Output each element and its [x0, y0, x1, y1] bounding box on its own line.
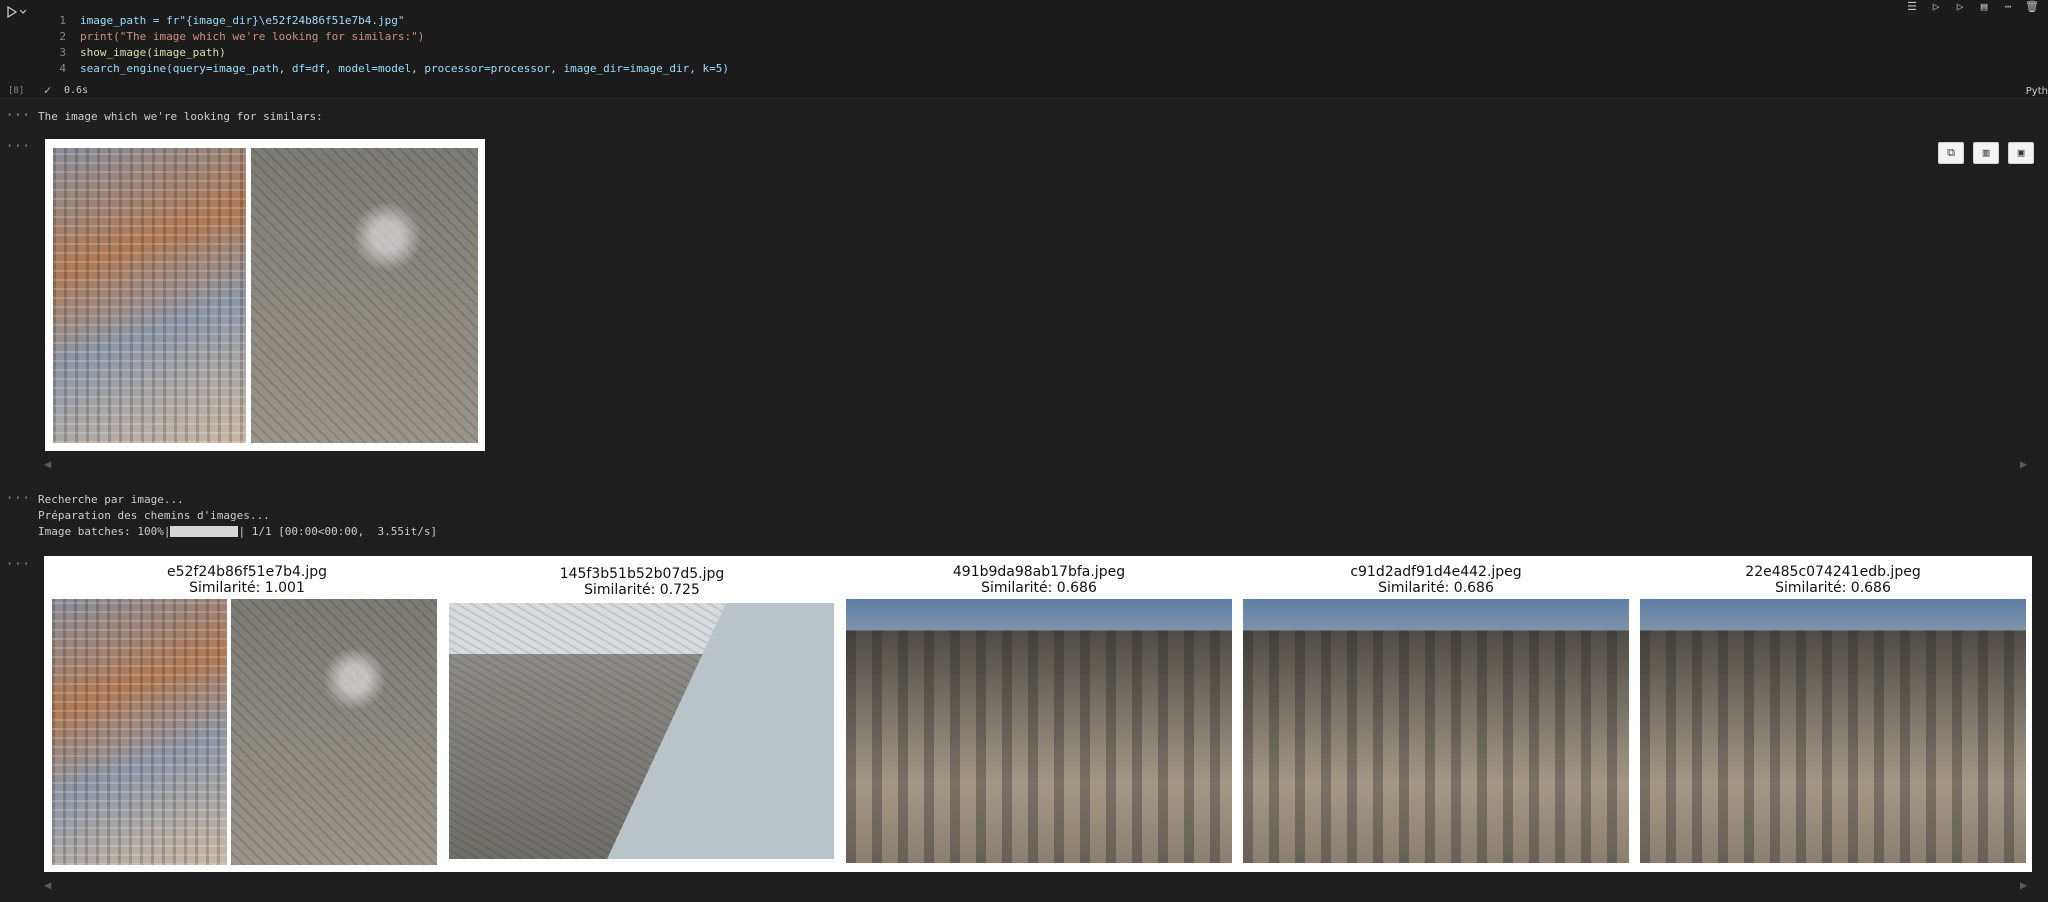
line-number: 1: [59, 14, 66, 27]
cell-toolbar: ☰ ▷ ▷ ▤ ⋯ 🗑: [1904, 0, 2040, 14]
result-filename: e52f24b86f51e7b4.jpg: [166, 564, 328, 580]
run-below-icon[interactable]: ▷: [1952, 0, 1968, 14]
line-number: 3: [59, 46, 66, 59]
run-cell-icon[interactable]: ▷: [1928, 0, 1944, 14]
code-line[interactable]: search_engine(query=image_path, df=df, m…: [80, 62, 729, 75]
result-similarity: Similarité: 0.686: [1378, 580, 1494, 596]
progress-line: Image batches: 100%| | 1/1 [00:00<00:00, …: [38, 525, 437, 538]
result-caption: 22e485c074241edb.jpeg Similarité: 0.686: [1640, 564, 2026, 596]
more-icon[interactable]: ⋯: [2000, 0, 2016, 14]
output-menu-icon[interactable]: ···: [6, 108, 31, 122]
result-filename: c91d2adf91d4e442.jpeg: [1350, 564, 1522, 580]
result-filename: 491b9da98ab17bfa.jpeg: [952, 564, 1126, 580]
result-caption: 491b9da98ab17bfa.jpeg Similarité: 0.686: [846, 564, 1232, 596]
result-filename: 22e485c074241edb.jpeg: [1745, 564, 1921, 580]
result-similarity: Similarité: 0.725: [584, 582, 700, 598]
result-caption: 145f3b51b52b07d5.jpg Similarité: 0.725: [449, 566, 835, 598]
line-number: 2: [59, 30, 66, 43]
code-line[interactable]: image_path = fr"{image_dir}\e52f24b86f51…: [80, 14, 405, 27]
query-image-right: [251, 148, 478, 443]
save-icon[interactable]: ▣: [2008, 142, 2034, 164]
result-caption: c91d2adf91d4e442.jpeg Similarité: 0.686: [1243, 564, 1629, 596]
execution-count: [8]: [8, 86, 25, 96]
output-menu-icon[interactable]: ···: [6, 491, 31, 505]
run-above-icon[interactable]: ☰: [1904, 0, 1920, 14]
result-image: [1243, 599, 1629, 863]
query-image-output: [45, 139, 485, 451]
progress-prefix: Image batches: 100%|: [38, 525, 171, 538]
result-similarity: Similarité: 1.001: [189, 580, 305, 596]
output-menu-icon[interactable]: ···: [6, 557, 31, 571]
log-line: Préparation des chemins d'images...: [38, 509, 270, 522]
result-image: [449, 603, 834, 859]
result-image-left: [52, 599, 227, 865]
run-cell-button[interactable]: [4, 4, 28, 20]
query-image-left: [53, 148, 246, 443]
progress-bar: [170, 526, 239, 537]
code-line[interactable]: print("The image which we're looking for…: [80, 30, 424, 43]
print-output: The image which we're looking for simila…: [38, 110, 323, 123]
log-line: Recherche par image...: [38, 493, 184, 506]
result-filename: 145f3b51b52b07d5.jpg: [559, 566, 725, 582]
result-caption: e52f24b86f51e7b4.jpg Similarité: 1.001: [54, 564, 440, 596]
progress-suffix: | 1/1 [00:00<00:00, 3.55it/s]: [238, 525, 438, 538]
result-image: [846, 599, 1232, 863]
success-check-icon: ✓: [44, 83, 52, 97]
result-similarity: Similarité: 0.686: [981, 580, 1097, 596]
scroll-left-icon[interactable]: ◀: [44, 457, 51, 471]
output-menu-icon[interactable]: ···: [6, 139, 31, 153]
kernel-language[interactable]: Pyth: [2026, 86, 2048, 97]
execution-time: 0.6s: [64, 85, 89, 96]
scroll-right-icon[interactable]: ▶: [2020, 457, 2027, 471]
results-output: e52f24b86f51e7b4.jpg Similarité: 1.001 1…: [44, 556, 2032, 872]
code-line[interactable]: show_image(image_path): [80, 46, 226, 59]
line-number: 4: [59, 62, 66, 75]
result-image: [1640, 599, 2026, 863]
delete-icon[interactable]: 🗑: [2024, 0, 2040, 14]
chart-icon[interactable]: ▥: [1973, 142, 1999, 164]
scroll-left-icon[interactable]: ◀: [44, 878, 51, 892]
scroll-right-icon[interactable]: ▶: [2020, 878, 2027, 892]
copy-icon[interactable]: ⧉: [1938, 142, 1964, 164]
result-similarity: Similarité: 0.686: [1775, 580, 1891, 596]
play-icon: [7, 5, 27, 19]
split-cell-icon[interactable]: ▤: [1976, 0, 1992, 14]
result-image-right: [231, 599, 437, 865]
